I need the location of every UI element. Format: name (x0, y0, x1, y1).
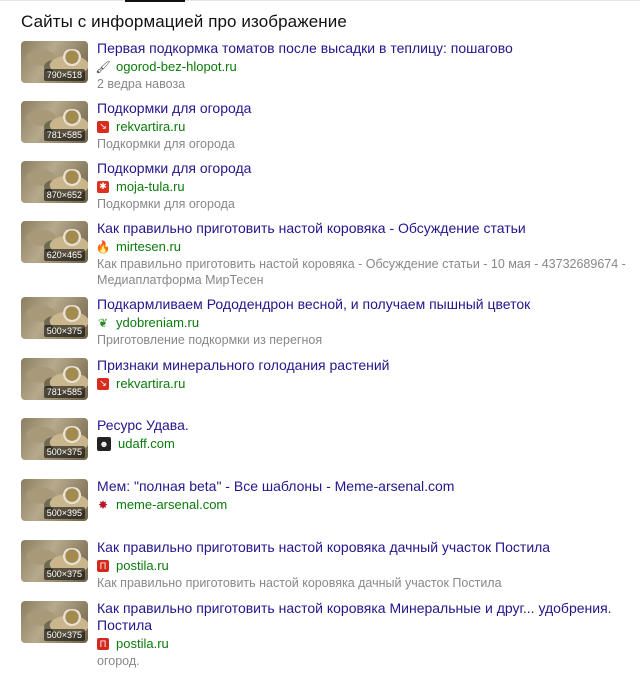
result-info: Ресурс Удава. ☻ udaff.com (97, 417, 634, 452)
site-link[interactable]: mirtesen.ru (116, 239, 181, 254)
face-icon: ☻ (97, 436, 111, 451)
image-size-badge: 500×375 (43, 446, 85, 458)
list-item: 500×375 Как правильно приготовить настой… (0, 600, 640, 676)
top-border (0, 0, 640, 1)
thumbnail-image (61, 169, 83, 187)
thumbnail[interactable]: 781×585 (21, 358, 88, 400)
thumbnail-image (61, 609, 83, 627)
result-title-link[interactable]: Ресурс Удава. (97, 417, 189, 433)
result-description: Как правильно приготовить настой коровяк… (97, 257, 626, 287)
thumbnail-image (61, 487, 83, 505)
site-link[interactable]: ogorod-bez-hlopot.ru (116, 59, 237, 74)
result-description: Как правильно приготовить настой коровяк… (97, 576, 502, 590)
image-size-badge: 781×585 (43, 386, 85, 398)
result-description: 2 ведра навоза (97, 77, 186, 91)
list-item: 500×395 Мем: "полная beta" - Все шаблоны… (0, 478, 640, 539)
result-info: Подкормки для огорода ✱ moja-tula.ru Подк… (97, 160, 634, 212)
image-size-badge: 620×465 (43, 249, 85, 261)
ornament-icon: ✱ (97, 180, 109, 193)
p-icon: Π (97, 637, 109, 650)
thumbnail[interactable]: 500×375 (21, 540, 88, 582)
result-info: Мем: "полная beta" - Все шаблоны - Meme-… (97, 478, 634, 513)
flame-icon: 🔥 (95, 239, 111, 254)
result-description: огород. (97, 654, 140, 668)
list-item: 500×375 Подкармливаем Рододендрон весной… (0, 296, 640, 357)
result-title-link[interactable]: Первая подкормка томатов после высадки в… (97, 40, 513, 56)
result-info: Признаки минерального голодания растений… (97, 357, 634, 392)
leaf-icon: ❦ (97, 315, 109, 330)
list-item: 870×652 Подкормки для огорода ✱ moja-tula… (0, 160, 640, 220)
thumbnail[interactable]: 790×518 (21, 41, 88, 83)
arrow-icon: ↘ (97, 120, 109, 133)
list-item: 781×585 Признаки минерального голодания … (0, 357, 640, 417)
site-link[interactable]: ydobreniam.ru (116, 315, 199, 330)
thumbnail-image (61, 49, 83, 67)
image-size-badge: 500×375 (43, 325, 85, 337)
thumbnail-image (61, 366, 83, 384)
thumbnail-image (61, 426, 83, 444)
result-description: Приготовление подкормки из перегноя (97, 333, 323, 347)
p-icon: Π (97, 559, 109, 572)
thumbnail[interactable]: 500×375 (21, 418, 88, 460)
result-description: Подкормки для огорода (97, 197, 235, 211)
site-link[interactable]: moja-tula.ru (116, 179, 185, 194)
thumbnail[interactable]: 500×375 (21, 297, 88, 339)
result-title-link[interactable]: Как правильно приготовить настой коровяк… (97, 539, 550, 555)
result-info: Как правильно приготовить настой коровяк… (95, 220, 634, 288)
image-size-badge: 870×652 (43, 189, 85, 201)
thumbnail-image (61, 305, 83, 323)
image-size-badge: 500×395 (43, 507, 85, 519)
result-title-link[interactable]: Подкормки для огорода (97, 160, 251, 176)
thumbnail-image (61, 229, 83, 247)
image-size-badge: 500×375 (43, 568, 85, 580)
result-info: Подкормки для огорода ↘ rekvartira.ru Под… (97, 100, 634, 152)
thumbnail[interactable]: 500×395 (21, 479, 88, 521)
site-link[interactable]: postila.ru (116, 636, 169, 651)
list-item: 781×585 Подкормки для огорода ↘ rekvartir… (0, 100, 640, 160)
active-tab-indicator (125, 0, 185, 2)
result-title-link[interactable]: Как правильно приготовить настой коровяк… (97, 600, 612, 633)
result-info: Как правильно приготовить настой коровяк… (97, 600, 634, 669)
result-title-link[interactable]: Признаки минерального голодания растений (97, 357, 389, 373)
list-item: 500×375 Ресурс Удава. ☻ udaff.com (0, 417, 640, 478)
result-title-link[interactable]: Подкормки для огорода (97, 100, 251, 116)
list-item: 620×465 Как правильно приготовить настой… (0, 220, 640, 296)
thumbnail-image (61, 548, 83, 566)
results-list: 790×518 Первая подкормка томатов после в… (0, 40, 640, 676)
result-info: Как правильно приготовить настой коровяк… (97, 539, 634, 591)
brush-icon: 🖌 (95, 59, 111, 74)
site-link[interactable]: meme-arsenal.com (116, 497, 227, 512)
image-size-badge: 790×518 (43, 69, 85, 81)
result-title-link[interactable]: Мем: "полная beta" - Все шаблоны - Meme-… (97, 478, 454, 494)
arrow-icon: ↘ (97, 377, 109, 390)
image-size-badge: 500×375 (43, 629, 85, 641)
result-description: Подкормки для огорода (97, 137, 235, 151)
section-title: Сайты с информацией про изображение (21, 12, 347, 31)
site-link[interactable]: rekvartira.ru (116, 119, 185, 134)
result-title-link[interactable]: Подкармливаем Рододендрон весной, и полу… (97, 296, 530, 312)
result-title-link[interactable]: Как правильно приготовить настой коровяк… (97, 220, 526, 236)
thumbnail[interactable]: 870×652 (21, 161, 88, 203)
image-size-badge: 781×585 (43, 129, 85, 141)
result-info: Подкармливаем Рододендрон весной, и полу… (97, 296, 634, 348)
site-link[interactable]: udaff.com (118, 436, 175, 451)
thumbnail[interactable]: 781×585 (21, 101, 88, 143)
site-link[interactable]: postila.ru (116, 558, 169, 573)
list-item: 500×375 Как правильно приготовить настой… (0, 539, 640, 600)
site-link[interactable]: rekvartira.ru (116, 376, 185, 391)
list-item: 790×518 Первая подкормка томатов после в… (0, 40, 640, 100)
thumbnail[interactable]: 500×375 (21, 601, 88, 643)
thumbnail[interactable]: 620×465 (21, 221, 88, 263)
result-info: Первая подкормка томатов после высадки в… (95, 40, 634, 92)
bug-icon: ✸ (97, 497, 109, 512)
thumbnail-image (61, 109, 83, 127)
